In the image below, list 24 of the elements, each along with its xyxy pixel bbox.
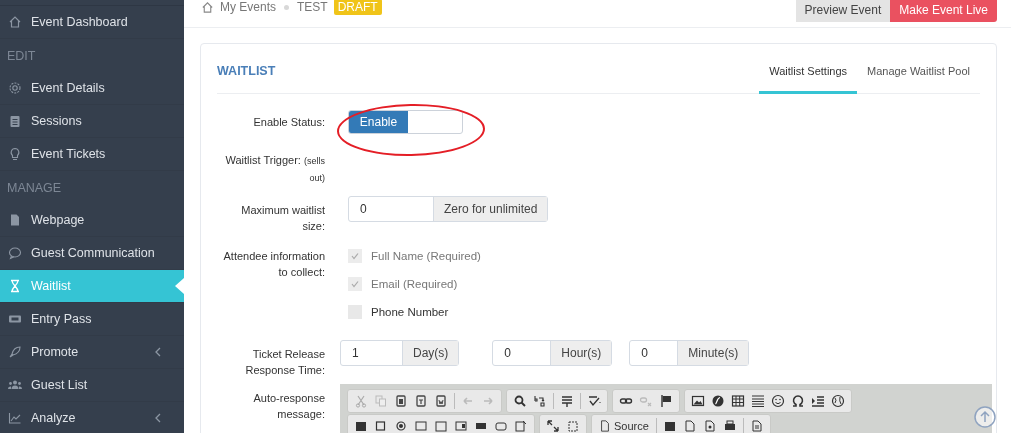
field-label: Maximum waitlist size: xyxy=(240,203,325,234)
preview-button[interactable]: Preview Event xyxy=(795,0,891,22)
unit-label: Hour(s) xyxy=(551,341,612,365)
status-badge: DRAFT xyxy=(333,0,382,15)
field-label: Enable Status: xyxy=(252,115,325,130)
unit-label: Minute(s) xyxy=(678,341,749,365)
toggle-switch[interactable]: Enable xyxy=(348,110,463,134)
checkbox-label: Phone Number xyxy=(371,306,449,318)
field-label: Waitlist Trigger: (sells out) xyxy=(224,153,325,185)
field-label: Attendee information to collect: xyxy=(222,249,325,280)
section-heading: EDIT xyxy=(7,48,36,63)
tab[interactable]: Manage Waitlist Pool xyxy=(857,65,980,94)
field-label: Ticket Release Response Time: xyxy=(244,347,325,378)
section-heading: MANAGE xyxy=(7,180,62,195)
tab[interactable]: Waitlist Settings xyxy=(759,65,858,94)
make-live-button[interactable]: Make Event Live xyxy=(890,0,997,22)
panel-title: WAITLIST xyxy=(217,64,276,78)
field-label: Auto-response message: xyxy=(252,391,325,422)
unit-label: Day(s) xyxy=(403,341,459,365)
breadcrumb-link[interactable]: My Events xyxy=(220,0,276,14)
input-hint: Zero for unlimited xyxy=(434,197,548,221)
checkbox-label: Full Name (Required) xyxy=(371,250,481,262)
checkbox-label: Email (Required) xyxy=(371,278,458,290)
breadcrumb-item: TEST xyxy=(297,0,328,14)
